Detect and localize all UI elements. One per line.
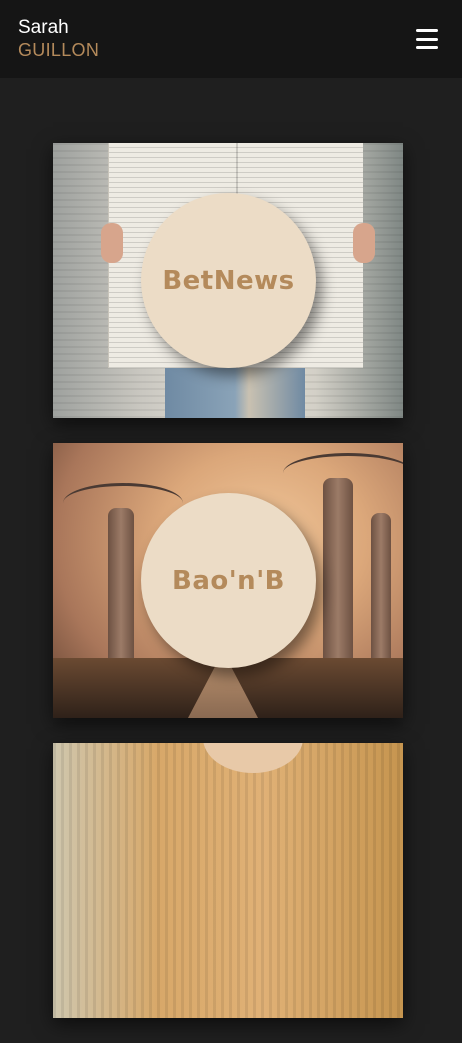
brand-logo[interactable]: Sarah GUILLON: [18, 17, 99, 61]
left-hand-image: [101, 223, 123, 263]
menu-bar: [416, 29, 438, 32]
brand-first-name: Sarah: [18, 16, 69, 38]
project-badge: Bao'n'B: [141, 493, 316, 668]
tree-trunk: [371, 513, 391, 668]
brand-last-name: GUILLON: [18, 39, 100, 60]
project-title: BetNews: [162, 265, 295, 296]
right-hand-image: [353, 223, 375, 263]
site-header: Sarah GUILLON: [0, 0, 462, 78]
project-card-betnews[interactable]: BetNews: [53, 143, 403, 418]
project-card-baonb[interactable]: Bao'n'B: [53, 443, 403, 718]
tree-trunk: [108, 508, 134, 668]
neck-image: [203, 743, 303, 773]
menu-bar: [416, 46, 438, 49]
tree-trunk: [323, 478, 353, 668]
hamburger-menu-icon[interactable]: [416, 29, 438, 49]
menu-bar: [416, 37, 438, 41]
project-list: BetNews Bao'n'B: [53, 143, 403, 1043]
knit-sweater-photo: [53, 743, 403, 1018]
jeans-image: [165, 368, 305, 418]
project-badge: BetNews: [141, 193, 316, 368]
project-title: Bao'n'B: [172, 565, 285, 596]
project-card-3[interactable]: [53, 743, 403, 1018]
